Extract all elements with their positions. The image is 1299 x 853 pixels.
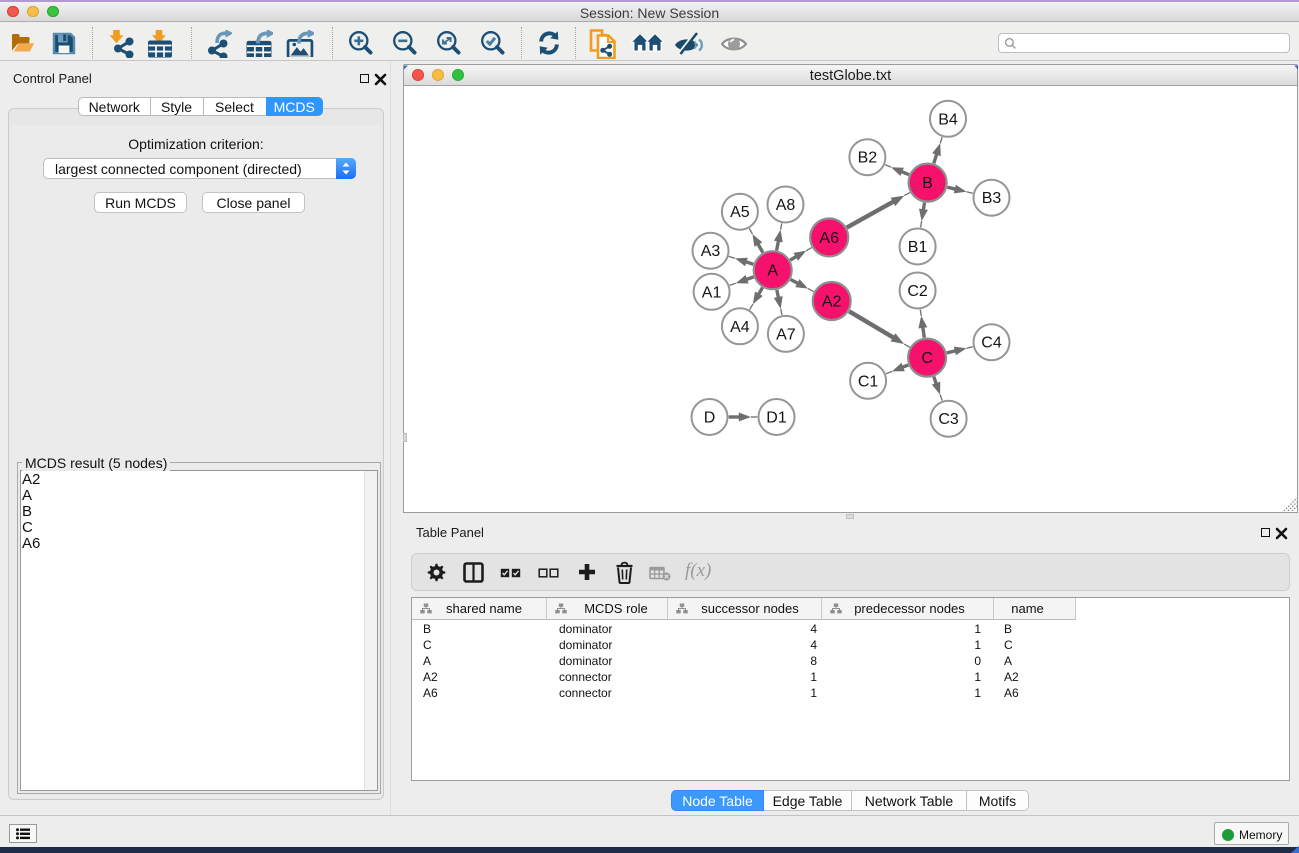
svg-text:B1: B1 [908, 239, 928, 256]
svg-text:A: A [767, 263, 778, 280]
svg-text:B3: B3 [982, 190, 1002, 207]
svg-text:A2: A2 [822, 294, 842, 311]
svg-text:D1: D1 [766, 410, 787, 427]
svg-text:C3: C3 [938, 411, 959, 428]
svg-text:B: B [922, 175, 933, 192]
svg-text:C2: C2 [907, 283, 928, 300]
svg-text:A6: A6 [819, 230, 839, 247]
svg-text:A5: A5 [730, 204, 750, 221]
svg-text:A3: A3 [701, 243, 721, 260]
svg-text:D: D [704, 410, 716, 427]
svg-text:A8: A8 [776, 197, 796, 214]
svg-text:B2: B2 [858, 150, 878, 167]
svg-text:C: C [921, 350, 933, 367]
svg-text:B4: B4 [938, 111, 958, 128]
svg-text:C4: C4 [981, 335, 1002, 352]
svg-text:A4: A4 [730, 319, 750, 336]
svg-text:C1: C1 [858, 373, 879, 390]
svg-text:A1: A1 [702, 284, 722, 301]
svg-text:A7: A7 [776, 326, 796, 343]
